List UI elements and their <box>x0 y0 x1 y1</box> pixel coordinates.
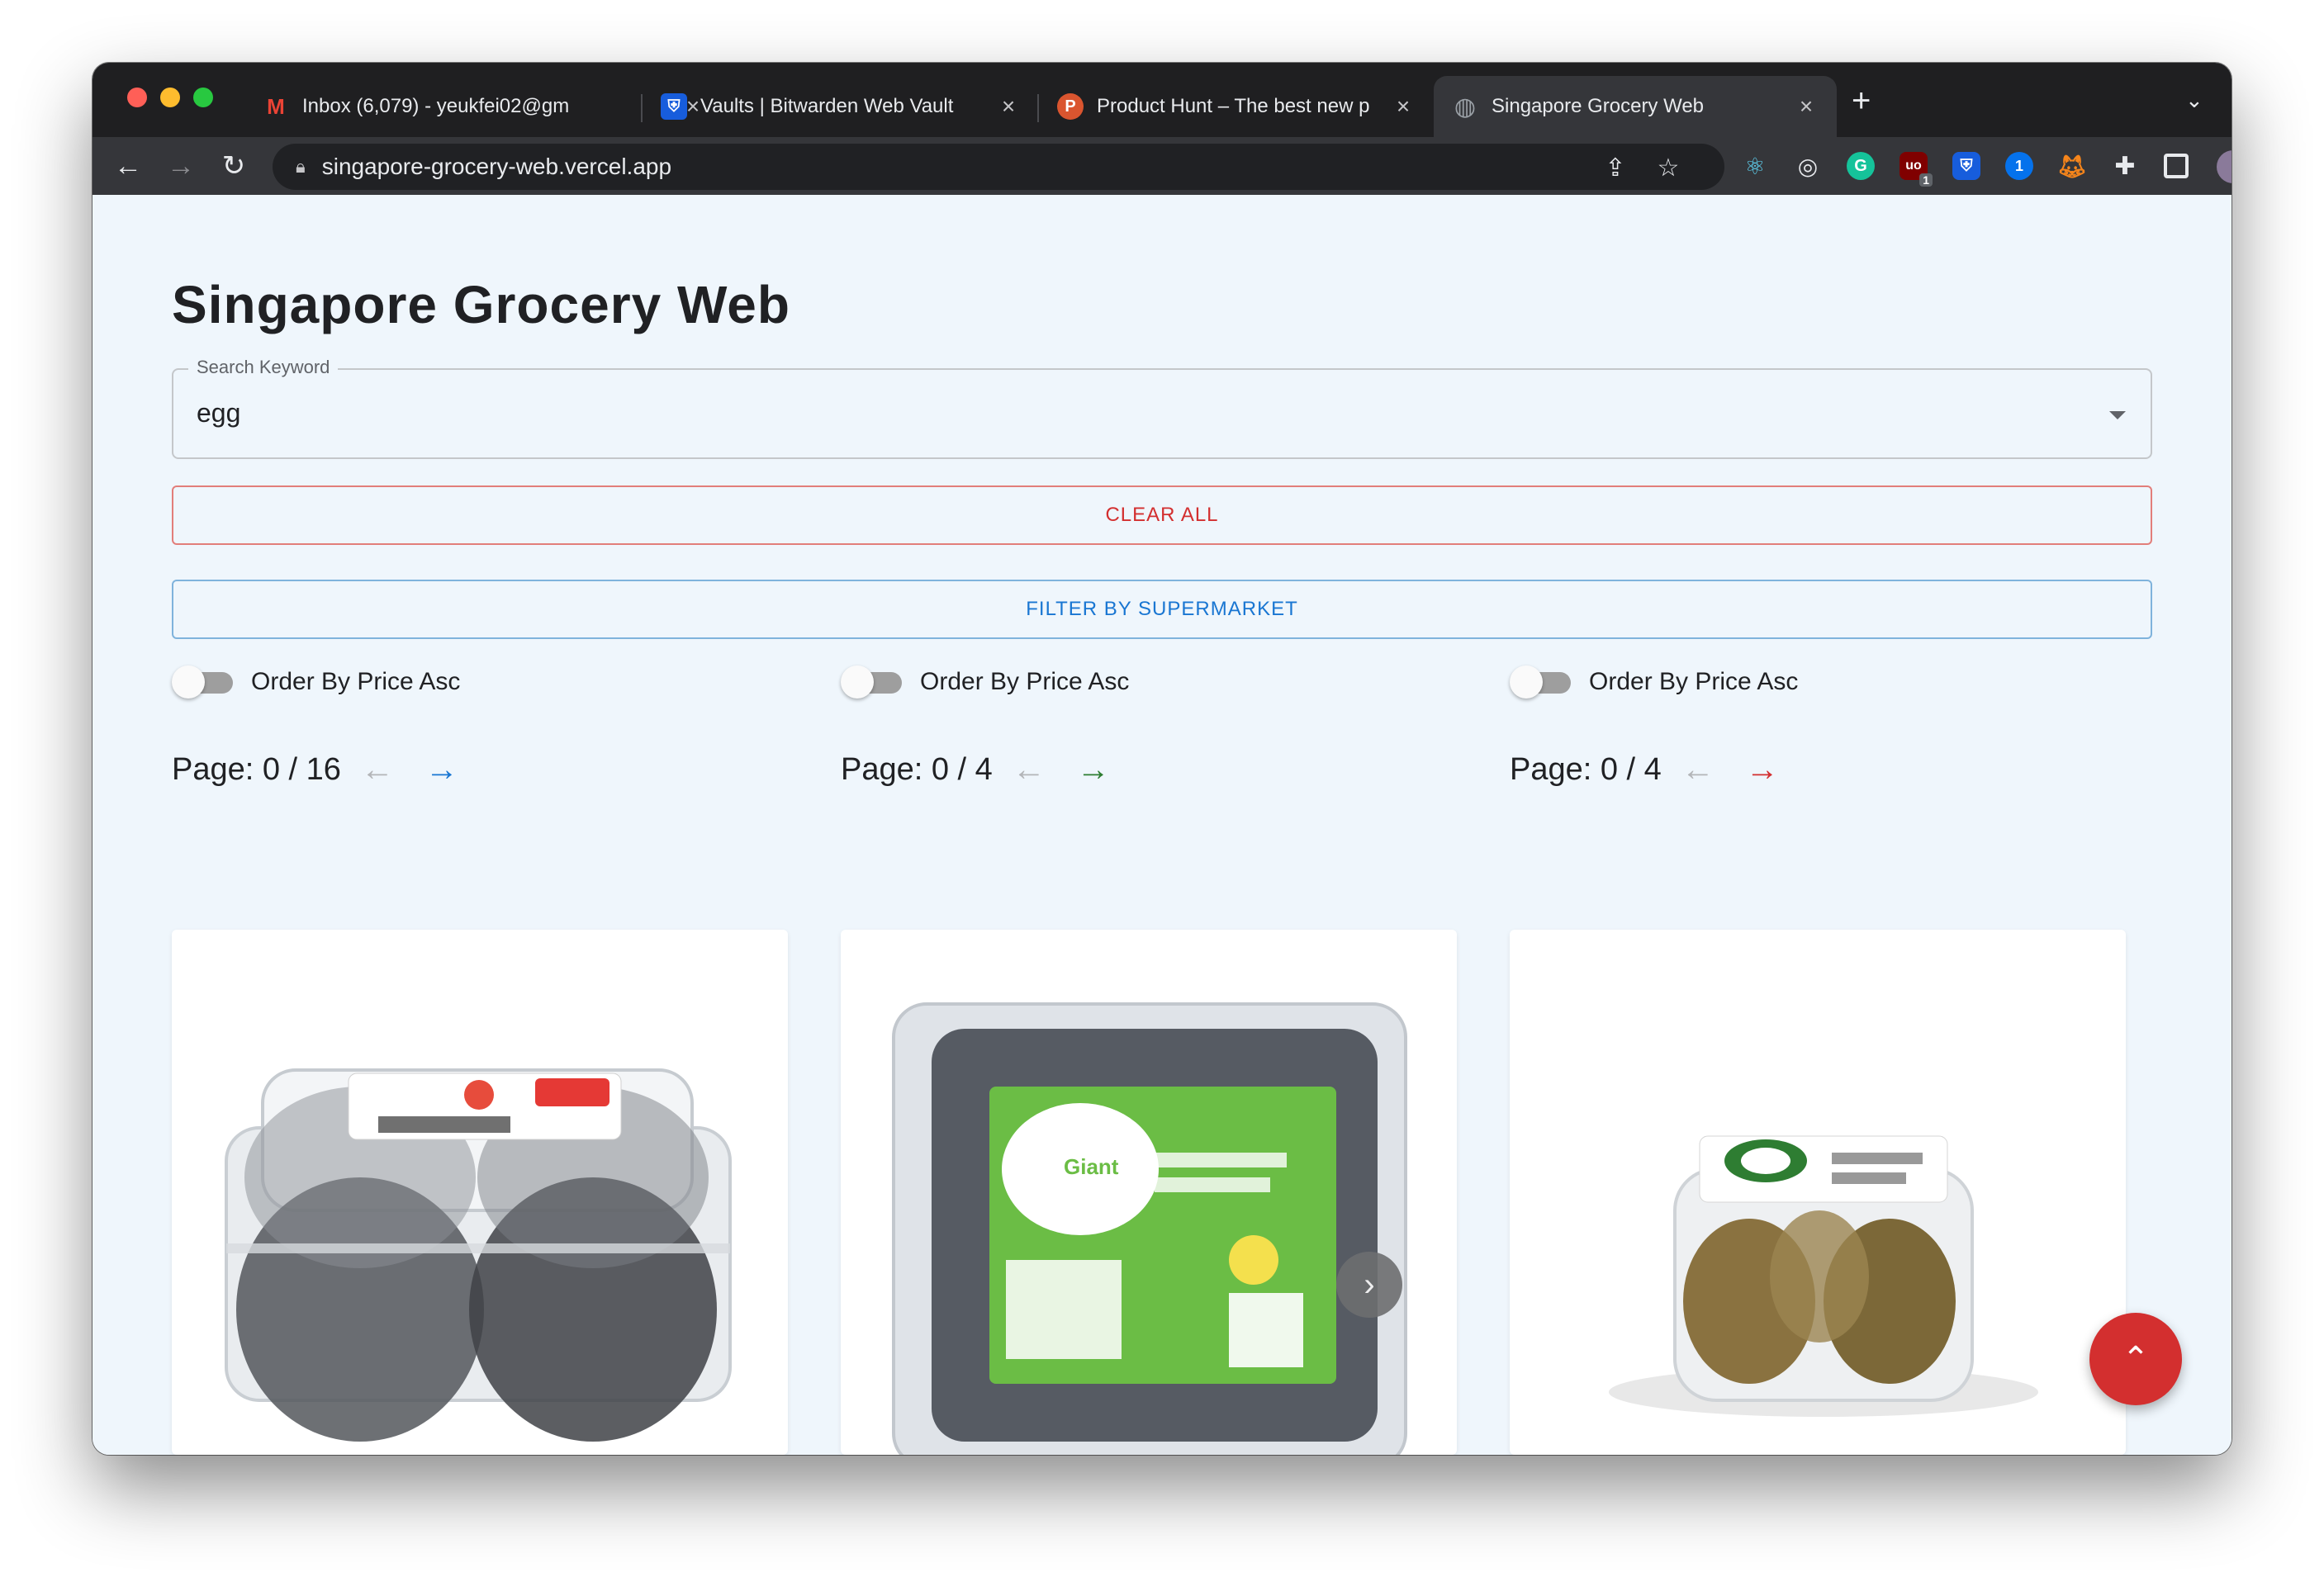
tab-bitwarden[interactable]: ⛨ Vaults | Bitwarden Web Vault × <box>643 76 1039 137</box>
bitwarden-extension-icon[interactable]: ⛨ <box>1952 152 1980 180</box>
extensions-puzzle-icon[interactable]: ✚ <box>2111 152 2139 180</box>
forward-arrow-icon[interactable]: → <box>162 147 200 185</box>
next-page-arrow-icon[interactable]: → <box>424 751 460 788</box>
product-card[interactable] <box>1510 930 2126 1455</box>
side-panel-icon[interactable] <box>2164 154 2189 178</box>
tab-close-icon[interactable]: × <box>1391 93 1416 120</box>
pagination: Page: 0 / 16 ← → <box>172 740 460 799</box>
new-tab-button[interactable]: + <box>1852 84 1871 117</box>
switch[interactable] <box>1510 665 1572 699</box>
react-devtools-icon[interactable]: ⚛ <box>1741 152 1769 180</box>
product-image-century-eggs <box>1609 1135 2038 1417</box>
page-indicator: Page: 0 / 4 <box>841 751 993 787</box>
bitwarden-icon: ⛨ <box>661 93 687 120</box>
svg-text:Giant: Giant <box>1064 1154 1119 1179</box>
prev-page-arrow-icon[interactable]: ← <box>359 751 396 788</box>
extension-badge: 1 <box>1919 173 1933 187</box>
filter-by-supermarket-button[interactable]: FILTER BY SUPERMARKET <box>172 580 2152 639</box>
tab-singapore-grocery[interactable]: ◍ Singapore Grocery Web × <box>1434 76 1837 137</box>
toggle-label: Order By Price Asc <box>920 668 1130 695</box>
next-page-arrow-icon[interactable]: → <box>1075 751 1112 788</box>
tab-close-icon[interactable]: × <box>996 93 1021 120</box>
toggle-label: Order By Price Asc <box>1589 668 1799 695</box>
page-title: Singapore Grocery Web <box>172 275 790 334</box>
producthunt-icon: P <box>1057 93 1084 120</box>
address-bar[interactable]: 🔒︎ singapore-grocery-web.vercel.app ⇪ ☆ <box>273 144 1724 190</box>
tab-close-icon[interactable]: × <box>1794 93 1819 120</box>
scroll-to-top-button[interactable]: ⌃ <box>2089 1313 2182 1405</box>
address-url: singapore-grocery-web.vercel.app <box>321 154 672 179</box>
tab-strip: M Inbox (6,079) - yeukfei02@gm × ⛨ Vault… <box>92 63 2232 137</box>
chevron-down-icon[interactable]: ⌄ <box>2185 88 2203 113</box>
minimize-window-button[interactable] <box>160 88 180 107</box>
search-keyword-label: Search Keyword <box>188 357 339 378</box>
tab-title: Inbox (6,079) - yeukfei02@gm <box>302 95 570 117</box>
toggle-label: Order By Price Asc <box>251 668 461 695</box>
lock-icon: 🔒︎ <box>296 156 306 177</box>
gmail-icon: M <box>267 93 285 119</box>
order-by-price-toggle[interactable]: Order By Price Asc <box>841 657 1129 707</box>
order-by-price-toggle[interactable]: Order By Price Asc <box>1510 657 1798 707</box>
browser-toolbar: ← → ↻ 🔒︎ singapore-grocery-web.vercel.ap… <box>92 137 2232 195</box>
carousel-next-chevron-icon[interactable]: › <box>1336 1252 1402 1318</box>
product-image-giant-duck-eggs: Giant <box>892 1002 1407 1455</box>
grammarly-icon[interactable]: G <box>1847 152 1875 180</box>
reload-icon[interactable]: ↻ <box>215 147 253 185</box>
switch[interactable] <box>172 665 235 699</box>
prev-page-arrow-icon[interactable]: ← <box>1011 751 1047 788</box>
next-page-arrow-icon[interactable]: → <box>1744 751 1781 788</box>
metamask-fox-icon[interactable]: 🦊︎ <box>2057 152 2087 180</box>
target-extension-icon[interactable]: ◎ <box>1794 152 1822 180</box>
page-indicator: Page: 0 / 4 <box>1510 751 1662 787</box>
page-indicator: Page: 0 / 16 <box>172 751 341 787</box>
order-by-price-toggle[interactable]: Order By Price Asc <box>172 657 460 707</box>
clear-all-button[interactable]: CLEAR ALL <box>172 485 2152 545</box>
search-keyword-select[interactable]: Search Keyword egg <box>172 357 2152 459</box>
tab-producthunt[interactable]: P Product Hunt – The best new p × <box>1039 76 1434 137</box>
product-image-salted-eggs <box>225 1068 732 1442</box>
prev-page-arrow-icon[interactable]: ← <box>1680 751 1716 788</box>
tab-title: Product Hunt – The best new p <box>1097 95 1370 117</box>
ublock-icon[interactable]: uo 1 <box>1900 152 1933 187</box>
zoom-window-button[interactable] <box>193 88 213 107</box>
tab-title: Singapore Grocery Web <box>1492 95 1705 117</box>
bookmark-star-icon[interactable]: ☆ <box>1653 154 1683 182</box>
globe-icon: ◍ <box>1454 92 1477 121</box>
tab-title: Vaults | Bitwarden Web Vault <box>700 95 954 117</box>
product-card[interactable] <box>172 930 788 1455</box>
switch[interactable] <box>841 665 904 699</box>
dropdown-caret-icon[interactable] <box>2109 411 2126 419</box>
product-card[interactable]: Giant › <box>841 930 1457 1455</box>
search-keyword-value: egg <box>197 398 241 428</box>
share-icon[interactable]: ⇪ <box>1601 154 1630 182</box>
profile-avatar[interactable] <box>2217 150 2232 183</box>
browser-window: M Inbox (6,079) - yeukfei02@gm × ⛨ Vault… <box>92 63 2232 1455</box>
pagination: Page: 0 / 4 ← → <box>841 740 1112 799</box>
back-arrow-icon[interactable]: ← <box>109 147 147 185</box>
pagination: Page: 0 / 4 ← → <box>1510 740 1781 799</box>
page-content: Singapore Grocery Web Search Keyword egg… <box>92 195 2232 1455</box>
onepassword-icon[interactable]: 1 <box>2005 152 2033 180</box>
chevron-up-icon: ⌃ <box>2122 1341 2150 1377</box>
close-window-button[interactable] <box>127 88 147 107</box>
